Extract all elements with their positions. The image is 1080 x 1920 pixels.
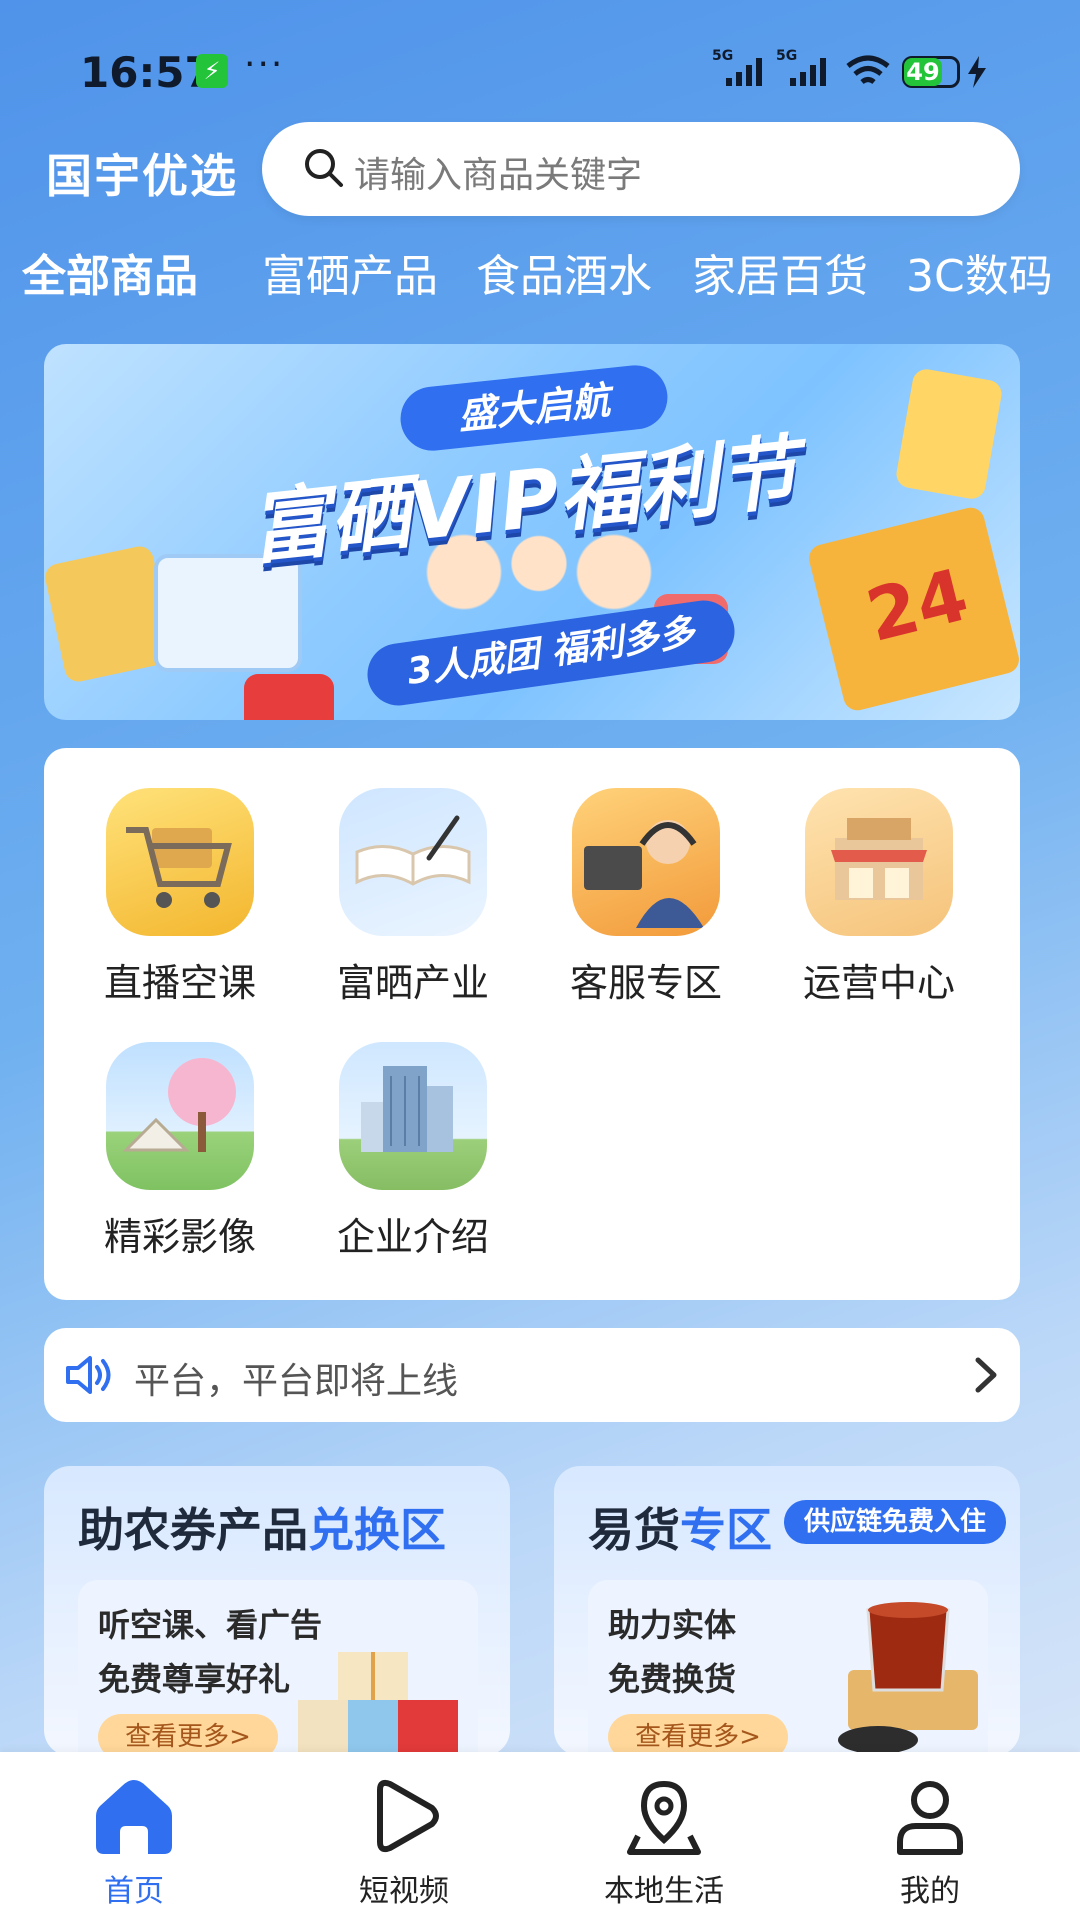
promo-card-barter[interactable]: 易货专区 供应链免费入住 助力实体 免费换货 查看更多> — [554, 1466, 1020, 1756]
promo-title: 助农券产品兑换区 — [78, 1494, 446, 1560]
nav-label: 短视频 — [359, 1874, 449, 1909]
battery-level: 49 — [904, 58, 942, 86]
promo-content: 助力实体 免费换货 查看更多> — [588, 1580, 988, 1756]
mascot-decoration — [244, 674, 334, 720]
nav-label: 我的 — [900, 1874, 960, 1909]
promo-content: 听空课、看广告 免费尊享好礼 查看更多> — [78, 1580, 478, 1756]
wifi-icon — [846, 55, 890, 85]
grid-item-company-intro[interactable]: 企业介绍 — [313, 1042, 513, 1261]
grid-item-customer-service[interactable]: 客服专区 — [546, 788, 746, 1007]
banner-number: 24 — [858, 552, 977, 658]
location-pin-icon — [627, 1780, 701, 1855]
home-icon — [96, 1780, 172, 1854]
promo-title: 易货专区 — [588, 1494, 772, 1560]
search-icon — [305, 149, 343, 187]
promo-title-a: 助农券产品 — [78, 1503, 308, 1557]
user-icon — [897, 1781, 963, 1855]
more-dots-icon: ··· — [244, 44, 285, 85]
promo-title-a: 易货 — [588, 1503, 680, 1557]
gift-boxes-icon — [298, 1652, 458, 1756]
nav-local-life[interactable]: 本地生活 — [564, 1776, 764, 1910]
charging-icon: ⚡ — [196, 54, 228, 88]
status-time: 16:57 — [80, 48, 214, 97]
promo-banner[interactable]: 24 盛大启航 富硒VIP福利节 3人成团 福利多多 — [44, 344, 1020, 720]
tab-all-products[interactable]: 全部商品 — [22, 240, 198, 304]
grid-label: 企业介绍 — [336, 1215, 489, 1259]
promo-line2: 免费换货 — [608, 1660, 737, 1698]
grid-item-selenium-industry[interactable]: 富晒产业 — [313, 788, 513, 1007]
signal-icon-2: 5G — [776, 48, 826, 86]
customer-service-icon — [572, 788, 720, 936]
grid-item-live-class[interactable]: 直播空课 — [80, 788, 280, 1007]
shopping-cart-icon — [106, 788, 254, 936]
battery-charging-icon — [968, 56, 986, 88]
speaker-icon — [66, 1356, 111, 1394]
store-icon — [805, 788, 953, 936]
tea-cup-icon — [838, 1602, 978, 1754]
promo-line2: 免费尊享好礼 — [98, 1660, 291, 1698]
play-icon — [377, 1779, 439, 1853]
search-placeholder: 请输入商品关键字 — [354, 155, 643, 196]
network-type: 5G — [712, 48, 733, 64]
grid-label: 直播空课 — [103, 961, 256, 1005]
notice-text: 平台，平台即将上线 — [134, 1361, 459, 1402]
grid-label: 富晒产业 — [336, 961, 489, 1005]
promo-card-farm-coupon[interactable]: 助农券产品兑换区 听空课、看广告 免费尊享好礼 查看更多> — [44, 1466, 510, 1756]
tab-selenium-products[interactable]: 富硒产品 — [262, 240, 438, 304]
brand-title: 国宇优选 — [46, 149, 238, 203]
promo-title-b: 专区 — [680, 1503, 772, 1557]
grid-item-operation-center[interactable]: 运营中心 — [779, 788, 979, 1007]
grid-label: 客服专区 — [569, 961, 722, 1005]
view-more-button[interactable]: 查看更多> — [98, 1714, 278, 1756]
view-more-button[interactable]: 查看更多> — [608, 1714, 788, 1756]
nav-short-video[interactable]: 短视频 — [304, 1776, 504, 1910]
tab-home-goods[interactable]: 家居百货 — [692, 240, 868, 304]
open-book-icon — [339, 788, 487, 936]
chevron-right-icon — [975, 1357, 997, 1393]
category-tabs: 全部商品 富硒产品 食品酒水 家居百货 3C数码 — [0, 240, 1080, 310]
tab-3c-digital[interactable]: 3C数码 — [906, 240, 1053, 304]
tab-food-drinks[interactable]: 食品酒水 — [476, 240, 652, 304]
grid-label: 精彩影像 — [103, 1215, 256, 1259]
nav-profile[interactable]: 我的 — [830, 1776, 1030, 1910]
grid-label: 运营中心 — [802, 961, 955, 1005]
nav-label: 首页 — [104, 1874, 164, 1909]
nav-home[interactable]: 首页 — [34, 1776, 234, 1910]
nav-label: 本地生活 — [604, 1874, 724, 1909]
scenery-icon — [106, 1042, 254, 1190]
promo-line1: 助力实体 — [608, 1606, 737, 1644]
network-type-2: 5G — [776, 48, 797, 64]
grid-item-wonderful-images[interactable]: 精彩影像 — [80, 1042, 280, 1261]
building-icon — [339, 1042, 487, 1190]
promo-title-b: 兑换区 — [308, 1503, 446, 1557]
supply-chain-badge[interactable]: 供应链免费入住 — [784, 1500, 1007, 1544]
signal-icon: 5G — [712, 48, 762, 86]
phone-decoration — [894, 367, 1004, 501]
calendar-bag-decoration: 24 — [806, 504, 1020, 714]
